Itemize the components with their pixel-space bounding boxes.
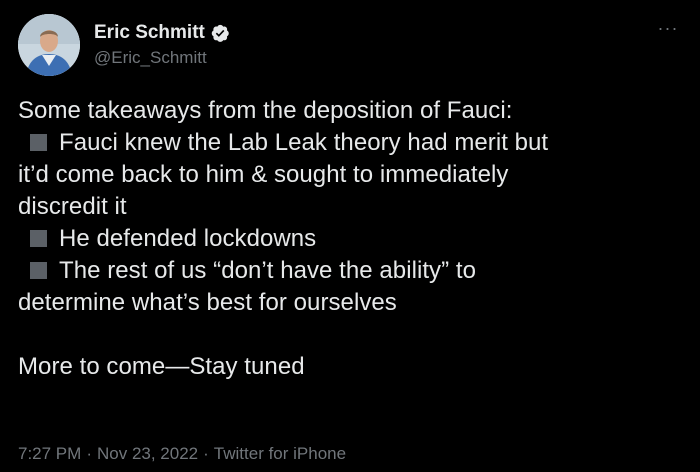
avatar[interactable] bbox=[18, 14, 80, 76]
tweet-metadata: 7:27 PM · Nov 23, 2022 · Twitter for iPhone bbox=[18, 442, 346, 466]
tweet-line: discredit it bbox=[18, 193, 127, 220]
tweet-time-link[interactable]: 7:27 PM bbox=[18, 444, 81, 463]
black-square-bullet-icon bbox=[30, 134, 47, 151]
black-square-bullet-icon bbox=[30, 230, 47, 247]
tweet-line: He defended lockdowns bbox=[59, 225, 317, 252]
tweet-line: Some takeaways from the deposition of Fa… bbox=[18, 97, 513, 124]
tweet-bullet-line: The rest of us “don’t have the ability” … bbox=[18, 255, 688, 287]
more-options-button[interactable]: ··· bbox=[654, 18, 682, 38]
tweet-line: More to come—Stay tuned bbox=[18, 353, 305, 380]
profile-photo-icon bbox=[18, 14, 80, 76]
tweet-line: Fauci knew the Lab Leak theory had merit… bbox=[59, 129, 549, 156]
tweet-bullet-line: Fauci knew the Lab Leak theory had merit… bbox=[18, 127, 688, 159]
tweet-line: The rest of us “don’t have the ability” … bbox=[59, 257, 476, 284]
verified-badge-icon bbox=[210, 23, 230, 43]
tweet-bullet-line: He defended lockdowns bbox=[18, 223, 688, 255]
display-name[interactable]: Eric Schmitt bbox=[94, 20, 205, 46]
tweet: Eric Schmitt @Eric_Schmitt ··· Some take… bbox=[0, 0, 700, 472]
tweet-line: determine what’s best for ourselves bbox=[18, 289, 397, 316]
tweet-date-link[interactable]: Nov 23, 2022 bbox=[97, 444, 198, 463]
handle[interactable]: @Eric_Schmitt bbox=[94, 46, 230, 70]
black-square-bullet-icon bbox=[30, 262, 47, 279]
tweet-line: it’d come back to him & sought to immedi… bbox=[18, 161, 509, 188]
author-info: Eric Schmitt @Eric_Schmitt bbox=[94, 14, 230, 76]
tweet-header: Eric Schmitt @Eric_Schmitt bbox=[18, 14, 230, 76]
name-row: Eric Schmitt bbox=[94, 20, 230, 46]
tweet-source-link[interactable]: Twitter for iPhone bbox=[214, 444, 346, 463]
more-horizontal-icon: ··· bbox=[657, 18, 679, 38]
meta-separator: · bbox=[203, 444, 209, 463]
meta-separator: · bbox=[86, 444, 92, 463]
tweet-text: Some takeaways from the deposition of Fa… bbox=[18, 95, 688, 383]
